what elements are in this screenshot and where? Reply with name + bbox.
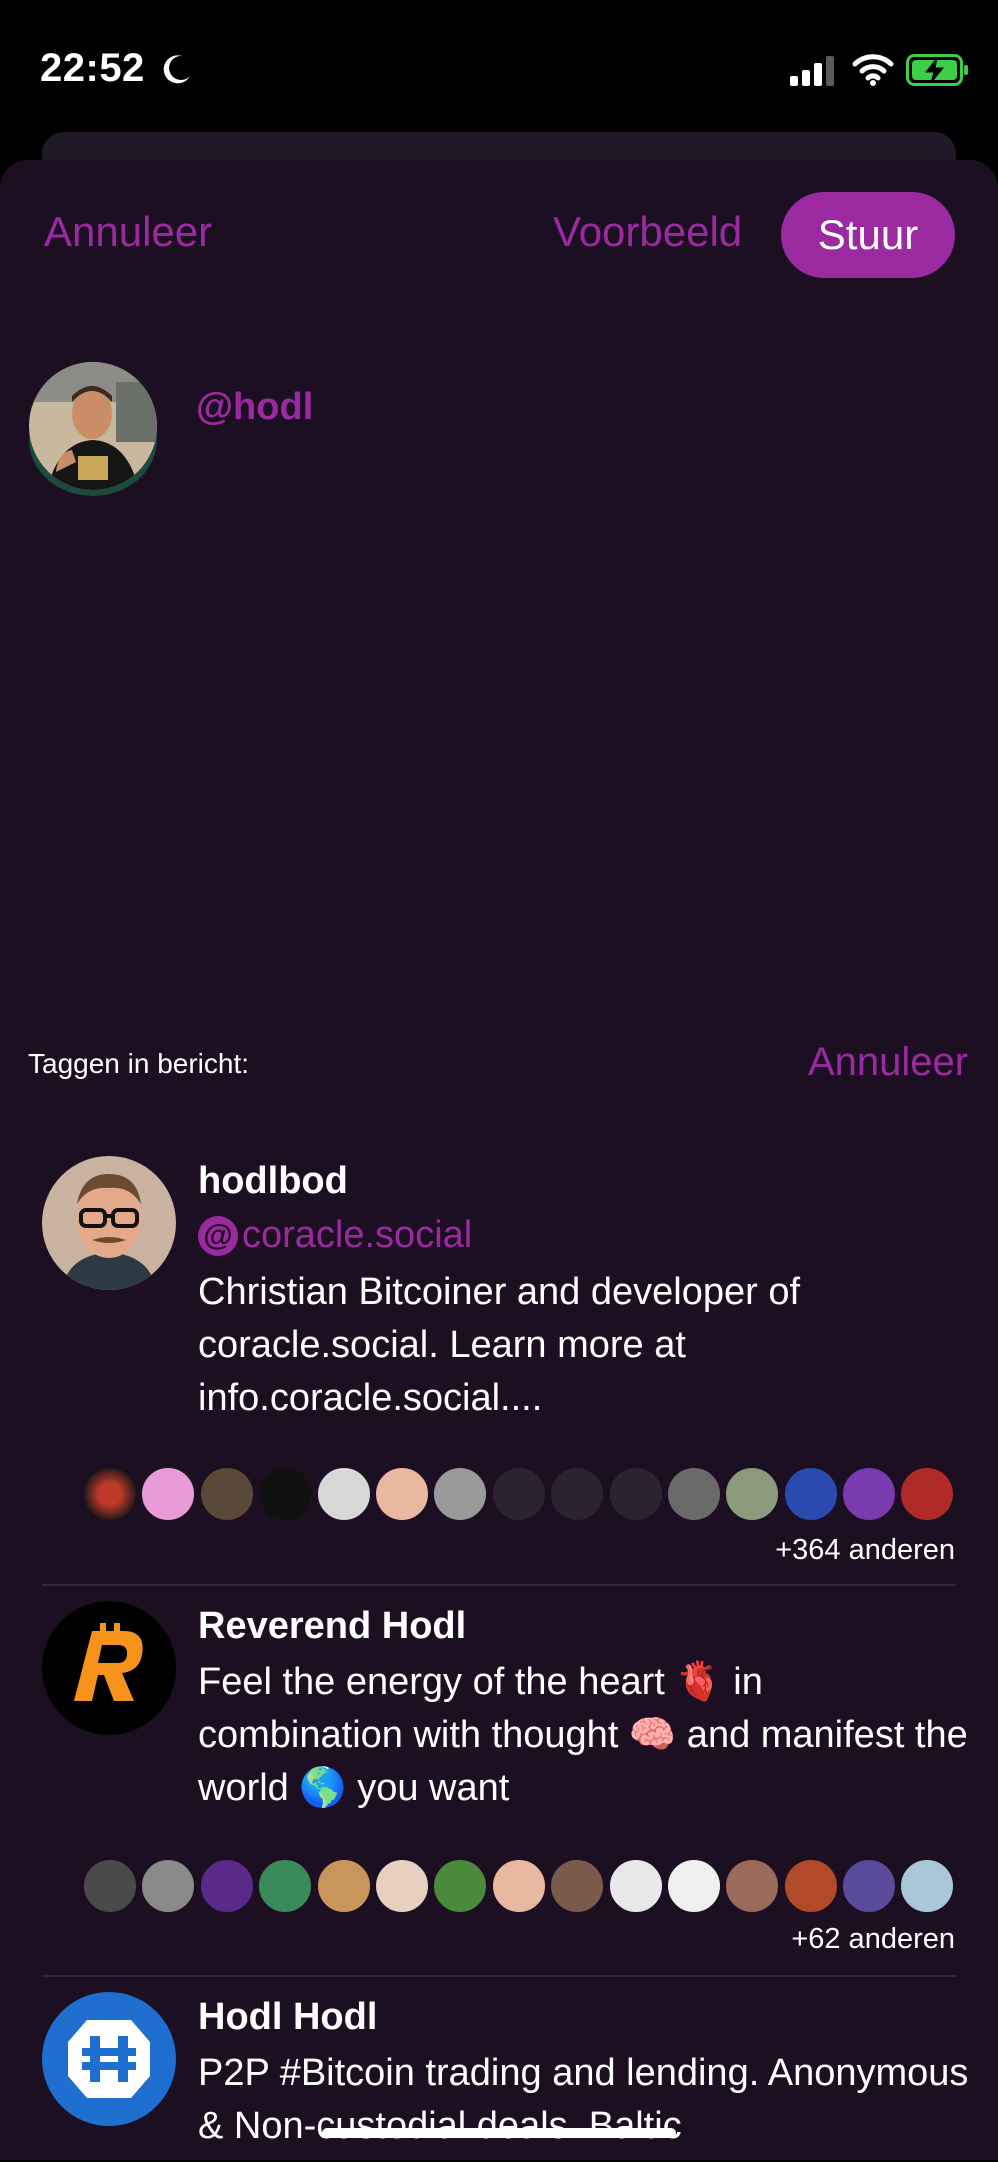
mention-text[interactable]: @hodl: [196, 386, 313, 429]
follower-avatar: [724, 1858, 781, 1914]
follower-avatar: [140, 1466, 197, 1522]
follower-avatar: [549, 1466, 606, 1522]
battery-charging-icon: [906, 54, 968, 86]
person-bio: Christian Bitcoiner and developer of cor…: [198, 1271, 801, 1419]
divider: [42, 1584, 956, 1586]
follower-avatar: [198, 1858, 255, 1914]
cancel-tag-button[interactable]: Annuleer: [808, 1040, 968, 1085]
avatar: [42, 1992, 176, 2126]
person-name: Reverend Hodl: [198, 1605, 467, 1647]
follower-avatar: [432, 1466, 489, 1522]
avatar: [42, 1601, 176, 1735]
wifi-icon: [852, 54, 894, 86]
status-time: 22:52: [40, 46, 145, 90]
status-bar: 22:52: [0, 0, 998, 140]
person-name: hodlbod: [198, 1160, 348, 1202]
signal-icon: [790, 56, 834, 86]
follower-avatar: [257, 1466, 314, 1522]
avatar: [42, 1156, 176, 1290]
follower-avatar: [490, 1858, 547, 1914]
divider: [42, 1975, 956, 1977]
send-button[interactable]: Stuur: [781, 192, 955, 278]
follower-avatar: [373, 1858, 430, 1914]
follower-avatar: [82, 1466, 138, 1522]
follower-avatar: [198, 1466, 255, 1522]
follower-avatar: [665, 1466, 722, 1522]
follower-avatar: [782, 1858, 839, 1914]
home-indicator[interactable]: [322, 2128, 676, 2138]
person-handle-text: coracle.social: [242, 1214, 473, 1256]
follower-avatar: [899, 1858, 956, 1914]
follower-avatar: [82, 1858, 138, 1914]
tag-label: Taggen in bericht:: [28, 1048, 250, 1079]
follower-avatar: [373, 1466, 430, 1522]
at-icon: @: [198, 1215, 238, 1256]
follower-avatars: [82, 1466, 958, 1522]
others-count: +364 anderen: [775, 1534, 955, 1566]
follower-avatar: [665, 1858, 722, 1914]
person-name: Hodl Hodl: [198, 1996, 378, 2038]
follower-avatar: [257, 1858, 314, 1914]
follower-avatar: [607, 1858, 664, 1914]
person-bio: Feel the energy of the heart 🫀 in combin…: [198, 1661, 968, 1809]
follower-avatar: [432, 1858, 489, 1914]
list-item-reverend-hodl[interactable]: Reverend Hodl Feel the energy of the hea…: [0, 1601, 998, 1981]
author-avatar[interactable]: [26, 362, 160, 496]
follower-avatar: [607, 1466, 664, 1522]
follower-avatar: [490, 1466, 547, 1522]
follower-avatar: [315, 1466, 372, 1522]
follower-avatar: [841, 1858, 898, 1914]
follower-avatar: [841, 1466, 898, 1522]
follower-avatar: [549, 1858, 606, 1914]
others-count: +62 anderen: [791, 1923, 955, 1955]
person-handle: @ coracle.social: [198, 1214, 472, 1257]
list-item-hodlbod[interactable]: hodlbod @ coracle.social Christian Bitco…: [0, 1156, 998, 1586]
follower-avatar: [140, 1858, 197, 1914]
follower-avatar: [315, 1858, 372, 1914]
follower-avatar: [724, 1466, 781, 1522]
follower-avatar: [899, 1466, 956, 1522]
cancel-button[interactable]: Annuleer: [44, 208, 212, 256]
preview-button[interactable]: Voorbeeld: [553, 208, 742, 256]
moon-icon: [163, 55, 190, 84]
follower-avatar: [782, 1466, 839, 1522]
follower-avatars: [82, 1858, 958, 1914]
